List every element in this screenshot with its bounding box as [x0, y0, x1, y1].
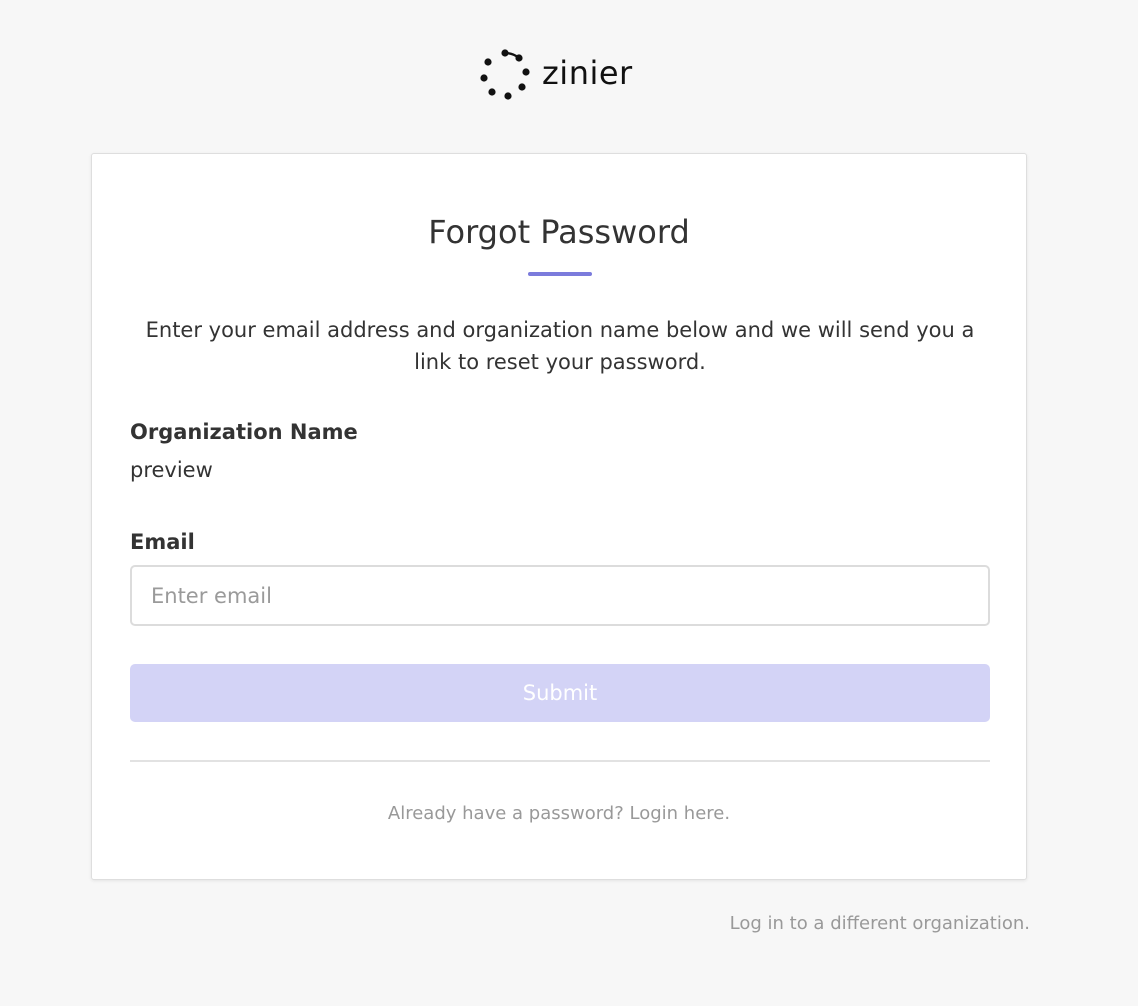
divider: [130, 760, 990, 762]
title-underline: [528, 272, 592, 276]
login-here-link[interactable]: Already have a password? Login here.: [92, 802, 1026, 826]
organization-name-value: preview: [130, 458, 213, 482]
logo-wordmark: zinier: [542, 54, 633, 92]
page-title: Forgot Password: [428, 213, 690, 251]
different-organization-link[interactable]: Log in to a different organization.: [730, 912, 1030, 936]
email-label: Email: [130, 530, 195, 554]
forgot-password-card: Forgot Password Enter your email address…: [91, 153, 1027, 880]
instructions-text: Enter your email address and organizatio…: [145, 318, 975, 374]
email-field[interactable]: [130, 565, 990, 626]
submit-button[interactable]: Submit: [130, 664, 990, 722]
dotted-circle-logo-icon: [480, 49, 530, 100]
organization-name-label: Organization Name: [130, 420, 358, 444]
zinier-logo: zinier: [478, 48, 633, 102]
